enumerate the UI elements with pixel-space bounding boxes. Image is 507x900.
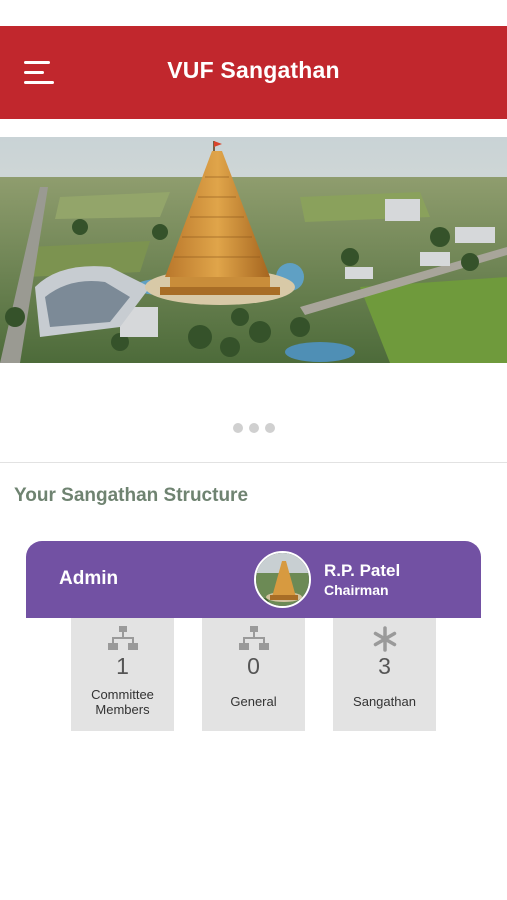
stat-label: General	[230, 694, 277, 709]
card-header: Admin R.P. Patel Chairman	[26, 541, 481, 618]
person-name: R.P. Patel	[324, 561, 401, 580]
page-title: VUF Sangathan	[167, 57, 340, 83]
sitemap-icon	[71, 626, 174, 652]
stat-value: 3	[378, 653, 391, 679]
carousel-dot[interactable]	[264, 423, 275, 433]
carousel-page-indicator[interactable]	[0, 423, 507, 433]
sitemap-icon	[202, 626, 305, 652]
carousel-banner[interactable]	[0, 137, 507, 363]
divider	[0, 462, 507, 463]
temple-aerial-image	[0, 137, 507, 363]
role-label: Admin	[59, 568, 119, 589]
stat-label: Committee Members	[91, 687, 154, 717]
asterisk-icon	[333, 626, 436, 652]
status-bar	[0, 0, 507, 26]
section-title: Your Sangathan Structure	[14, 485, 249, 506]
stat-tile-general[interactable]: 0 General	[202, 618, 305, 731]
app-header: VUF Sangathan	[0, 26, 507, 119]
carousel-dot[interactable]	[232, 423, 243, 433]
carousel-dot[interactable]	[248, 423, 259, 433]
person-title: Chairman	[324, 582, 389, 598]
stat-value: 1	[116, 653, 129, 679]
stat-label: Sangathan	[353, 694, 416, 709]
avatar-image	[256, 553, 309, 606]
sangathan-structure-card[interactable]: Admin R.P. Patel Chairman 1 Committee Me…	[26, 541, 481, 731]
stat-tile-sangathan[interactable]: 3 Sangathan	[333, 618, 436, 731]
avatar[interactable]	[254, 551, 311, 608]
stat-tile-committee-members[interactable]: 1 Committee Members	[71, 618, 174, 731]
stat-value: 0	[247, 653, 260, 679]
